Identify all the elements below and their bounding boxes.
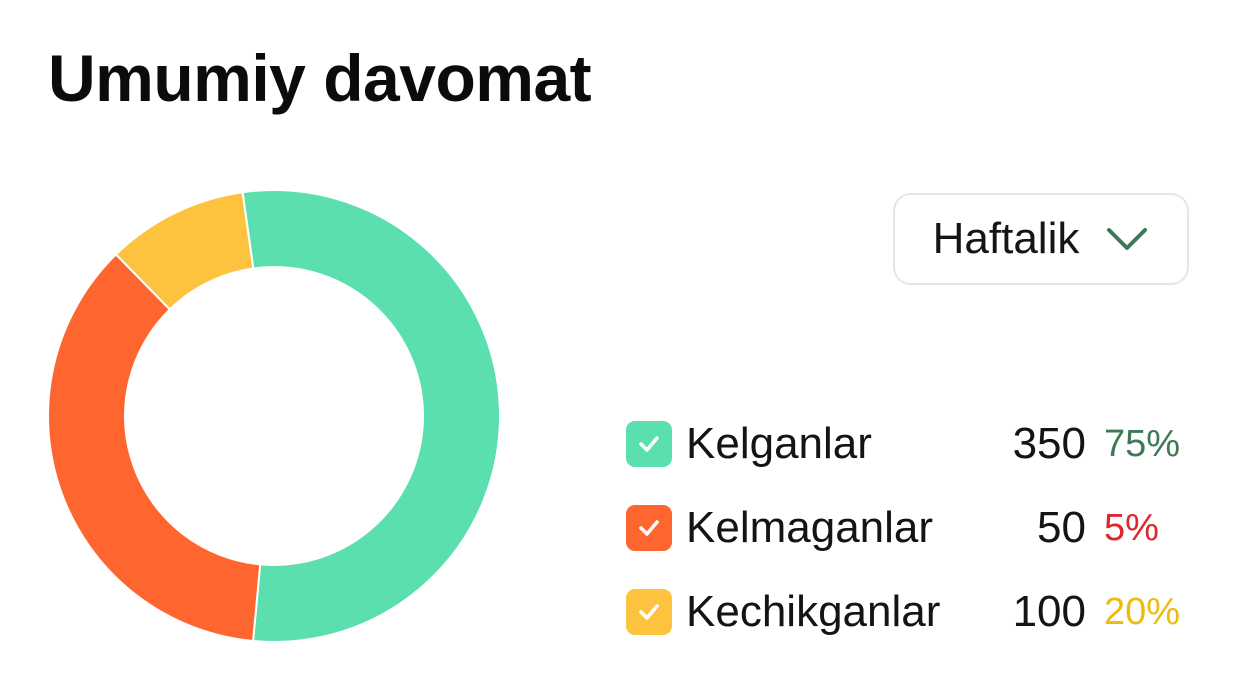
legend-percent: 75% [1104, 422, 1181, 465]
chevron-down-icon [1107, 228, 1148, 250]
period-select[interactable]: Haftalik [893, 193, 1189, 285]
legend-item-kelganlar[interactable]: Kelganlar 350 75% [626, 402, 1206, 486]
legend-item-kelmaganlar[interactable]: Kelmaganlar 50 5% [626, 486, 1206, 570]
legend-value: 50 [1037, 503, 1086, 552]
legend-value: 100 [1012, 587, 1086, 636]
legend-percent: 20% [1104, 590, 1181, 633]
period-select-label: Haftalik [932, 214, 1080, 263]
legend-item-kechikganlar[interactable]: Kechikganlar 100 20% [626, 570, 1206, 654]
legend-checkbox-kelganlar[interactable] [626, 421, 672, 467]
legend-label: Kelganlar [686, 419, 872, 468]
legend-checkbox-kelmaganlar[interactable] [626, 505, 672, 551]
attendance-donut-chart [47, 189, 501, 643]
check-icon [639, 520, 659, 536]
donut-slice-kelmaganlar [47, 253, 262, 643]
legend-checkbox-kechikganlar[interactable] [626, 589, 672, 635]
legend-value: 350 [1012, 419, 1086, 468]
legend-label: Kechikganlar [686, 587, 941, 636]
chart-legend: Kelganlar 350 75% Kelmaganlar 50 5% Kech… [626, 402, 1206, 654]
legend-label: Kelmaganlar [686, 503, 934, 552]
check-icon [639, 436, 659, 452]
legend-percent: 5% [1104, 506, 1159, 549]
donut-slice-kelganlar [241, 189, 501, 643]
check-icon [639, 604, 659, 620]
